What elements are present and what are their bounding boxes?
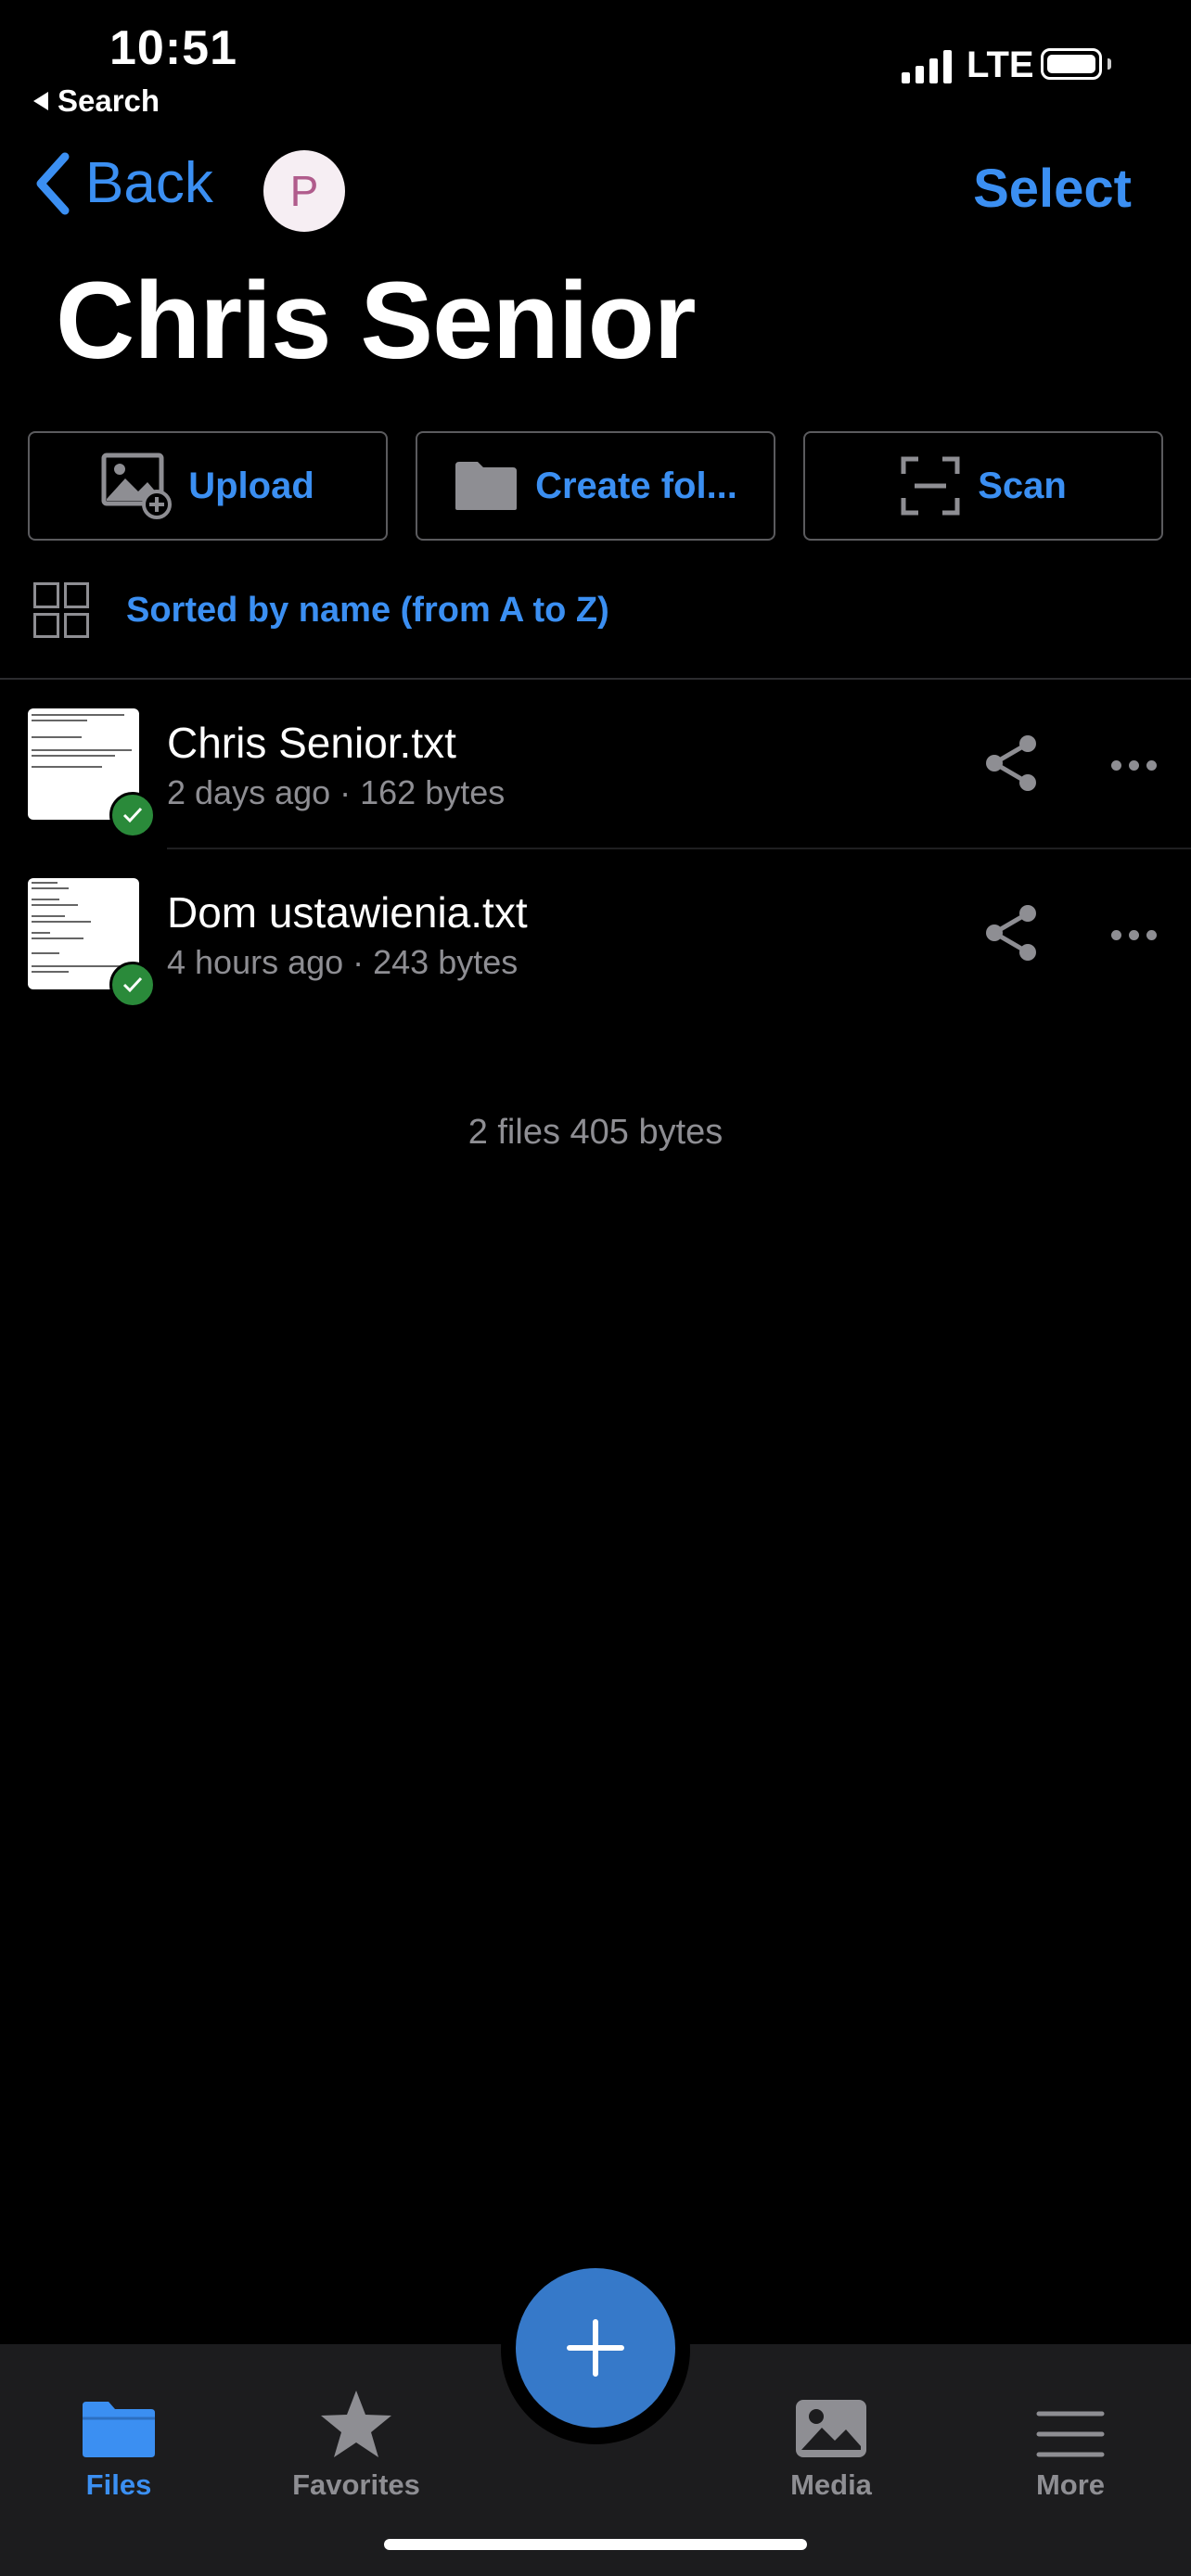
synced-check-icon: [109, 962, 156, 1008]
chevron-left-icon: [36, 152, 70, 214]
status-time: 10:51: [109, 21, 237, 75]
battery-tip: [1108, 58, 1111, 70]
star-icon: [321, 2391, 391, 2457]
file-name: Chris Senior.txt: [167, 719, 456, 767]
file-row[interactable]: Chris Senior.txt 2 days ago · 162 bytes: [0, 681, 1191, 849]
share-icon[interactable]: [981, 733, 1043, 794]
more-options-icon[interactable]: [1111, 760, 1157, 771]
tab-label: Media: [790, 2468, 872, 2501]
share-icon[interactable]: [981, 902, 1043, 963]
signal-icon: [902, 48, 952, 83]
image-add-icon: [101, 453, 173, 519]
create-folder-button[interactable]: Create fol...: [416, 431, 775, 541]
folder-summary: 2 files 405 bytes: [467, 1113, 724, 1152]
list-divider: [0, 678, 1191, 680]
avatar[interactable]: P: [263, 150, 345, 232]
create-folder-label: Create fol...: [535, 465, 737, 506]
back-label: Back: [85, 151, 213, 215]
back-app-label: Search: [58, 83, 160, 118]
page-title: Chris Senior: [56, 260, 697, 382]
scan-button[interactable]: Scan: [803, 431, 1163, 541]
folder-icon: [455, 462, 518, 510]
more-options-icon[interactable]: [1111, 930, 1157, 940]
upload-button[interactable]: Upload: [28, 431, 388, 541]
sort-order-button[interactable]: Sorted by name (from A to Z): [126, 591, 609, 631]
back-triangle-icon: [33, 92, 48, 110]
action-bar: Upload Create fol... Scan: [28, 431, 1163, 541]
tab-media[interactable]: Media: [729, 2344, 933, 2502]
add-button[interactable]: [516, 2268, 675, 2428]
tab-label: Favorites: [292, 2468, 420, 2501]
scan-label: Scan: [978, 465, 1067, 506]
file-row[interactable]: Dom ustawienia.txt 4 hours ago · 243 byt…: [0, 850, 1191, 1019]
synced-check-icon: [109, 792, 156, 838]
tab-favorites[interactable]: Favorites: [254, 2344, 458, 2502]
upload-label: Upload: [188, 465, 314, 506]
menu-icon: [1036, 2411, 1105, 2457]
tab-files[interactable]: Files: [17, 2344, 221, 2502]
file-name: Dom ustawienia.txt: [167, 888, 528, 937]
battery-icon: [1041, 48, 1102, 80]
file-meta: 4 hours ago · 243 bytes: [167, 943, 519, 981]
file-meta: 2 days ago · 162 bytes: [167, 773, 506, 811]
photo-icon: [796, 2400, 866, 2457]
network-label: LTE: [967, 45, 1034, 85]
back-to-app-link[interactable]: Search: [33, 83, 160, 119]
tab-more[interactable]: More: [968, 2344, 1172, 2502]
folder-icon: [83, 2402, 155, 2457]
select-button[interactable]: Select: [973, 158, 1132, 220]
home-indicator: [384, 2539, 807, 2550]
plus-icon: [567, 2319, 624, 2377]
tab-label: Files: [85, 2468, 152, 2501]
sort-row: Sorted by name (from A to Z): [33, 582, 609, 638]
back-button[interactable]: Back: [33, 150, 213, 216]
scan-icon: [901, 456, 960, 516]
tab-label: More: [1035, 2468, 1106, 2501]
row-divider: [167, 848, 1191, 849]
grid-view-icon[interactable]: [33, 582, 89, 638]
